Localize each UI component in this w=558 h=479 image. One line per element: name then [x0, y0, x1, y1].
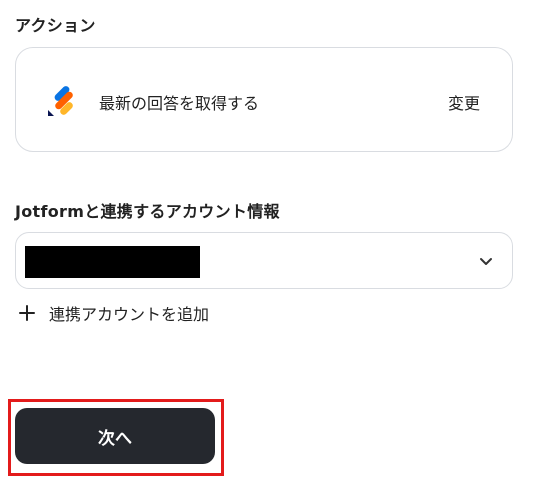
plus-icon: [17, 303, 37, 323]
account-section-title: Jotformと連携するアカウント情報: [15, 202, 280, 221]
action-label: 最新の回答を取得する: [99, 94, 260, 113]
change-action-link[interactable]: 変更: [448, 90, 480, 114]
redacted-account-value: [25, 246, 200, 278]
page: アクション 最新の回答を取得する 変更 Jotformと連携するアカウント情報: [0, 0, 558, 479]
next-button[interactable]: 次へ: [15, 408, 215, 464]
chevron-down-icon: [478, 253, 494, 269]
action-section-title: アクション: [15, 16, 96, 35]
jotform-logo-icon: [44, 84, 78, 118]
add-account-button[interactable]: 連携アカウントを追加: [17, 301, 209, 325]
account-select[interactable]: [15, 232, 513, 289]
add-account-label: 連携アカウントを追加: [49, 305, 210, 324]
action-card: 最新の回答を取得する 変更: [15, 47, 513, 152]
